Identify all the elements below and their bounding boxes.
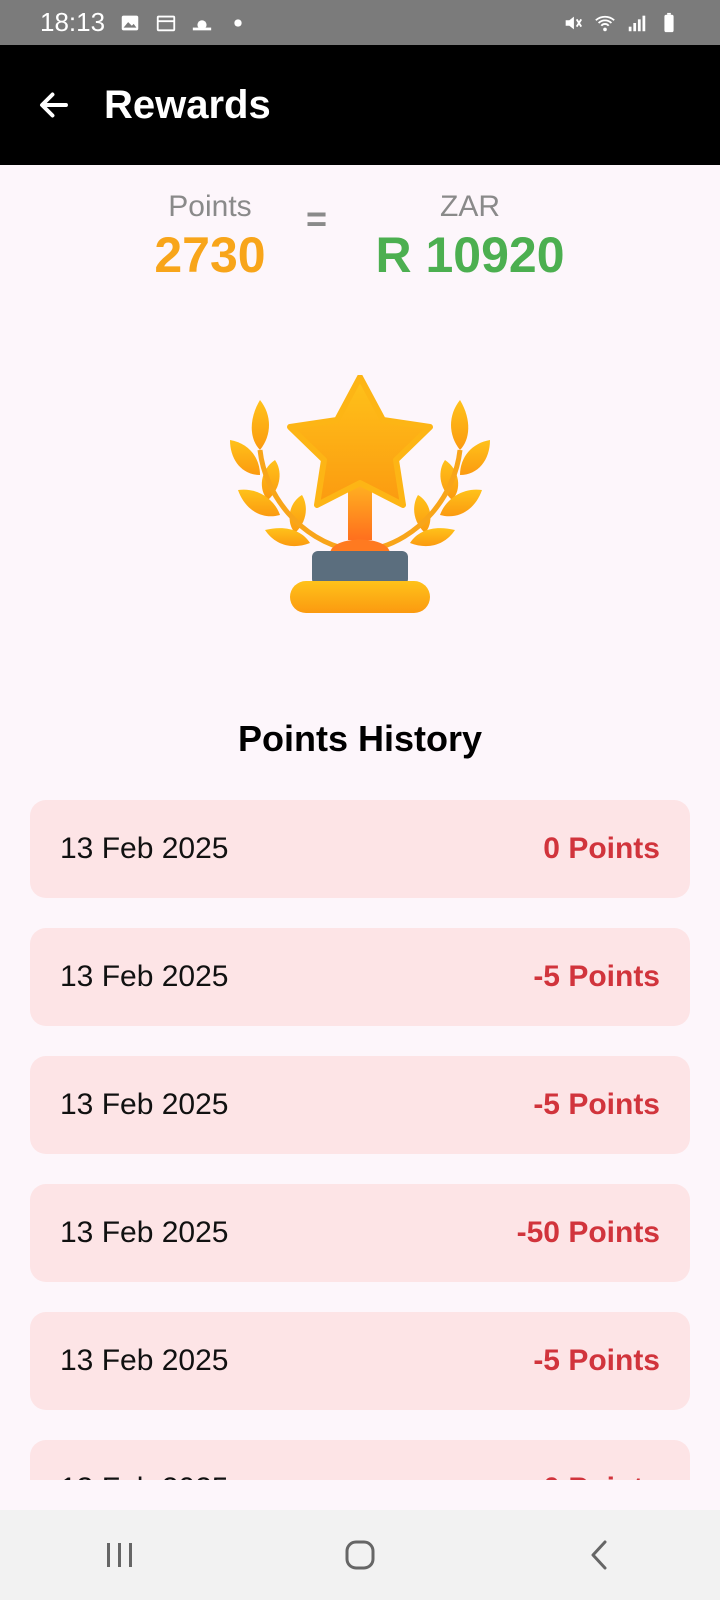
history-item-points: 0 Points	[543, 1472, 660, 1480]
trophy-icon	[230, 375, 490, 613]
recents-icon	[107, 1543, 132, 1567]
history-item-points: -5 Points	[533, 960, 660, 993]
back-button[interactable]	[24, 75, 84, 135]
home-button[interactable]	[320, 1525, 400, 1585]
points-block: Points 2730	[130, 190, 290, 284]
history-item-points: -50 Points	[516, 1216, 660, 1249]
history-item-date: 13 Feb 2025	[60, 960, 229, 993]
history-item-date: 13 Feb 2025	[60, 1344, 229, 1377]
currency-value: R 10920	[375, 227, 565, 283]
signal-icon	[628, 15, 646, 31]
currency-label: ZAR	[440, 190, 500, 223]
history-item: 13 Feb 2025 -5 Points	[30, 1312, 690, 1410]
app-bar: Rewards	[0, 45, 720, 165]
status-bar: 18:13	[0, 0, 720, 45]
wifi-icon	[595, 15, 615, 31]
back-icon	[591, 1540, 607, 1570]
history-item-date: 13 Feb 2025	[60, 832, 229, 865]
history-item: 13 Feb 2025 -50 Points	[30, 1184, 690, 1282]
battery-icon	[664, 12, 674, 32]
points-value: 2730	[154, 227, 266, 283]
system-back-button[interactable]	[560, 1525, 640, 1585]
history-item-points: 0 Points	[543, 832, 660, 865]
points-label: Points	[168, 190, 252, 223]
points-summary: Points 2730 = ZAR R 10920	[0, 190, 720, 290]
history-item-date: 13 Feb 2025	[60, 1216, 229, 1249]
equals-sign: =	[306, 198, 328, 239]
system-nav-bar	[0, 1510, 720, 1600]
history-item-date: 13 Feb 2025	[60, 1088, 229, 1121]
history-item-points: -5 Points	[533, 1088, 660, 1121]
currency-block: ZAR R 10920	[360, 190, 580, 284]
points-history-list[interactable]: 13 Feb 2025 0 Points 13 Feb 2025 -5 Poin…	[30, 800, 690, 1480]
history-item-date: 13 Feb 2025	[60, 1472, 228, 1480]
calendar-icon	[156, 15, 176, 31]
history-item: 13 Feb 2025 -5 Points	[30, 1056, 690, 1154]
recents-button[interactable]	[80, 1525, 160, 1585]
history-item-points: -5 Points	[533, 1344, 660, 1377]
status-time: 18:13	[40, 7, 106, 37]
history-item: 13 Feb 2025 -5 Points	[30, 928, 690, 1026]
page-title: Rewards	[104, 82, 271, 127]
history-item: 13 Feb 2025 0 Points	[30, 800, 690, 898]
home-icon	[345, 1540, 375, 1570]
mute-icon	[565, 16, 583, 29]
history-item: 13 Feb 2025 0 Points	[30, 1440, 690, 1480]
weather-icon	[192, 19, 212, 30]
points-history-title: Points History	[237, 718, 483, 759]
arrow-left-icon	[40, 92, 68, 118]
gallery-icon	[121, 15, 139, 30]
notification-dot-icon	[234, 18, 242, 27]
